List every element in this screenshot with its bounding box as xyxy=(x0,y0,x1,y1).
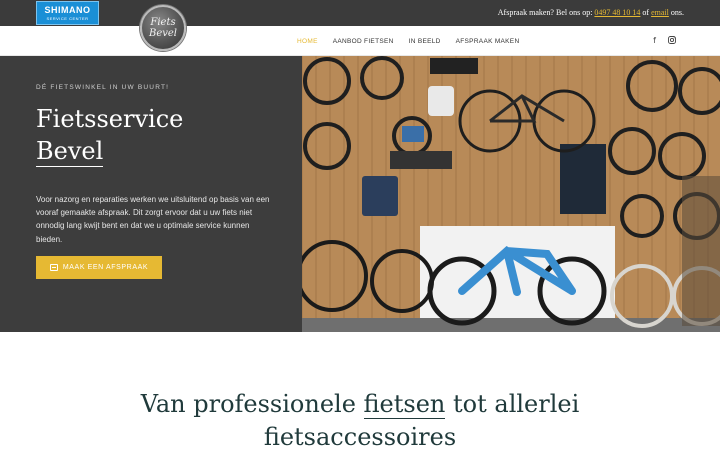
nav-item-home[interactable]: HOME xyxy=(297,38,318,45)
hero-image xyxy=(302,56,720,332)
make-appointment-label: Maak een afspraak xyxy=(62,264,149,271)
make-appointment-button[interactable]: Maak een afspraak xyxy=(36,256,162,279)
nav-item-afspraak-maken[interactable]: AFSPRAAK MAKEN xyxy=(456,38,520,45)
section-title: Van professionele fietsen tot allerlei f… xyxy=(0,388,720,450)
facebook-icon[interactable]: f xyxy=(653,36,656,46)
contact-prefix: Afspraak maken? Bel ons op: xyxy=(497,8,593,17)
nav-item-aanbod-fietsen[interactable]: AANBOD FIETSEN xyxy=(333,38,394,45)
logo-line1: Fiets xyxy=(150,16,176,28)
phone-link[interactable]: 0497 48 10 14 xyxy=(594,8,640,17)
section-title-line2: fietsaccessoires xyxy=(263,423,457,450)
hero-title-line1: Fietsservice xyxy=(36,105,184,133)
fietsen-link[interactable]: fietsen xyxy=(363,390,446,419)
hero-title: Fietsservice Bevel xyxy=(36,103,183,168)
contact-text: Afspraak maken? Bel ons op: 0497 48 10 1… xyxy=(498,8,684,17)
contact-of: of xyxy=(642,8,650,17)
logo-line2: Bevel xyxy=(148,27,178,39)
main-nav: HOME AANBOD FIETSEN IN BEELD AFSPRAAK MA… xyxy=(0,26,720,56)
calendar-icon xyxy=(49,264,58,271)
site-logo[interactable]: Fiets Bevel xyxy=(140,5,186,51)
section-title-part2: tot allerlei xyxy=(453,390,580,418)
social-links: f xyxy=(653,36,676,46)
shimano-service-text: SERVICE CENTER xyxy=(46,16,89,21)
nav-menu: HOME AANBOD FIETSEN IN BEELD AFSPRAAK MA… xyxy=(297,38,519,45)
instagram-icon[interactable] xyxy=(668,36,676,46)
email-link[interactable]: email xyxy=(651,8,669,17)
nav-item-in-beeld[interactable]: IN BEELD xyxy=(409,38,441,45)
shimano-brand-text: SHIMANO xyxy=(44,5,91,15)
hero-title-line2: Bevel xyxy=(36,137,104,168)
contact-suffix: ons. xyxy=(670,8,684,17)
hero-description: Voor nazorg en reparaties werken we uits… xyxy=(36,195,270,244)
hero-eyebrow: Dé fietswinkel in uw buurt! xyxy=(36,84,170,91)
top-bar: SHIMANO SERVICE CENTER Afspraak maken? B… xyxy=(0,0,720,26)
shimano-service-center-logo[interactable]: SHIMANO SERVICE CENTER xyxy=(36,1,99,25)
section-title-part1: Van professionele xyxy=(140,390,356,418)
